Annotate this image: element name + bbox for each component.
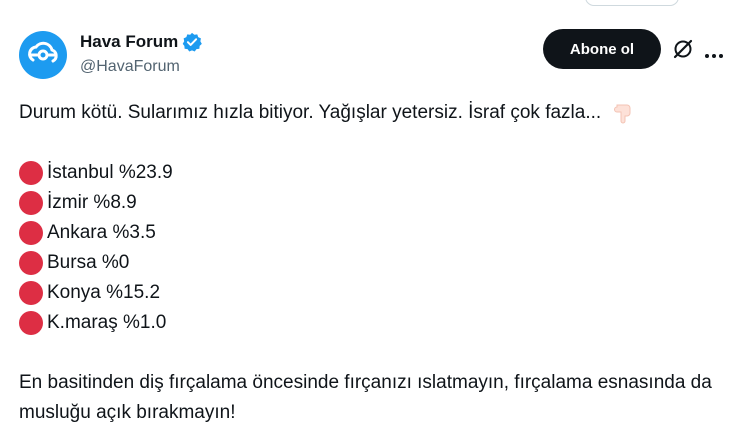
verified-badge-icon[interactable] [182,32,203,52]
city-label: İzmir %8.9 [47,192,137,213]
city-label: İstanbul %23.9 [47,162,173,183]
city-item: İzmir %8.9 [19,188,719,218]
city-label: K.maraş %1.0 [47,312,167,333]
tweet-intro-line: Durum kötü. Sularımız hızla bitiyor. Yağ… [19,98,719,128]
display-name[interactable]: Hava Forum [80,31,178,53]
city-label: Bursa %0 [47,252,130,273]
subscribe-button[interactable]: Abone ol [543,29,661,69]
more-options-icon[interactable] [704,46,724,58]
red-circle-icon [19,251,43,275]
city-item: Konya %15.2 [19,278,719,308]
grok-icon[interactable] [672,38,694,60]
pointing-down-icon [611,101,635,125]
previous-action-button-edge [585,0,679,6]
author-name-row: Hava Forum [80,31,203,53]
cloud-logo-icon [28,41,58,63]
tweet-outro: En basitinden diş fırçalama öncesinde fı… [19,372,712,423]
city-item: İstanbul %23.9 [19,158,719,188]
city-item: K.maraş %1.0 [19,308,719,338]
author-info: Hava Forum @HavaForum [80,31,203,78]
tweet-text: Durum kötü. Sularımız hızla bitiyor. Yağ… [19,98,719,428]
red-circle-icon [19,221,43,245]
author-handle[interactable]: @HavaForum [80,56,202,78]
avatar[interactable] [19,31,67,79]
red-circle-icon [19,311,43,335]
city-item: Ankara %3.5 [19,218,719,248]
red-circle-icon [19,191,43,215]
red-circle-icon [19,281,43,305]
tweet-intro: Durum kötü. Sularımız hızla bitiyor. Yağ… [19,102,602,123]
city-item: Bursa %0 [19,248,719,278]
red-circle-icon [19,161,43,185]
city-label: Konya %15.2 [47,282,161,303]
city-label: Ankara %3.5 [47,222,156,243]
